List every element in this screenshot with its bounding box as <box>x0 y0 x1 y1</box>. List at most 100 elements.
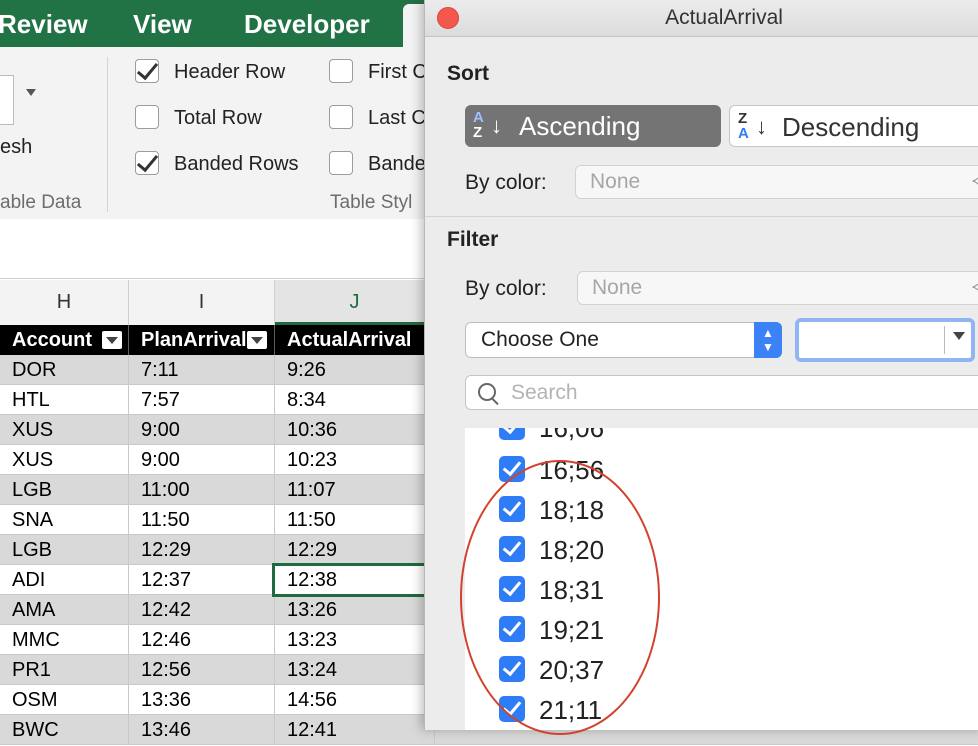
first-column-checkbox[interactable] <box>329 59 353 83</box>
refresh-icon[interactable] <box>0 75 14 125</box>
criteria-select[interactable]: Choose One ▲ ▼ <box>465 322 782 358</box>
value-checkbox[interactable] <box>499 496 525 522</box>
cell-actualarrival[interactable]: 13:26 <box>275 595 435 624</box>
value-label: 16;06 <box>539 428 605 443</box>
header-actualarrival[interactable]: ActualArrival <box>275 325 435 355</box>
value-label: 21;11 <box>539 695 603 725</box>
cell-account[interactable]: MMC <box>0 625 129 654</box>
value-label: 16;56 <box>539 455 605 485</box>
cell-account[interactable]: XUS <box>0 445 129 474</box>
first-column-label: First C <box>368 61 427 83</box>
cell-planarrival[interactable]: 12:37 <box>129 565 275 594</box>
group-label-table-style-options: Table Styl <box>330 192 413 213</box>
total-row-checkbox[interactable] <box>135 105 159 129</box>
popover-titlebar[interactable]: ActualArrival <box>425 0 978 37</box>
cell-account[interactable]: XUS <box>0 415 129 444</box>
select-stepper-icon: ▲ ▼ <box>754 322 782 358</box>
value-checkbox[interactable] <box>499 536 525 562</box>
descending-label: Descending <box>782 112 920 142</box>
cell-account[interactable]: ADI <box>0 565 129 594</box>
filter-values-list[interactable]: 16;06 16;56 18;18 18;20 18;31 19;21 20;3… <box>465 428 978 730</box>
sort-ascending-button[interactable]: AZ ↓ Ascending <box>465 105 721 147</box>
column-header-h[interactable]: H <box>0 280 129 325</box>
cell-actualarrival[interactable]: 11:50 <box>275 505 435 534</box>
section-divider <box>425 216 978 217</box>
header-actualarrival-label: ActualArrival <box>287 329 412 351</box>
down-arrow-icon: ↓ <box>491 113 502 138</box>
cell-account[interactable]: DOR <box>0 355 129 384</box>
cell-account[interactable]: HTL <box>0 385 129 414</box>
ascending-label: Ascending <box>519 111 641 141</box>
filter-by-color-label: By color: <box>465 277 547 300</box>
search-placeholder: Search <box>511 381 578 404</box>
cell-planarrival[interactable]: 12:46 <box>129 625 275 654</box>
chevron-down-icon[interactable] <box>953 332 965 340</box>
sort-descending-button[interactable]: ZA ↓ Descending <box>729 105 978 147</box>
value-label: 18;18 <box>539 495 605 525</box>
cell-planarrival[interactable]: 12:42 <box>129 595 275 624</box>
cell-planarrival[interactable]: 9:00 <box>129 415 275 444</box>
cell-planarrival[interactable]: 7:11 <box>129 355 275 384</box>
criteria-value-combobox[interactable] <box>795 318 975 362</box>
tab-view[interactable]: View <box>133 8 192 40</box>
sort-by-color-label: By color: <box>465 171 547 194</box>
column-header-j[interactable]: J <box>275 280 435 325</box>
value-checkbox[interactable] <box>499 696 525 722</box>
value-checkbox[interactable] <box>499 576 525 602</box>
sort-filter-dropdown-icon[interactable] <box>247 331 267 349</box>
sort-by-color-select[interactable]: None ︿ ﹀ <box>575 165 978 199</box>
cell-account[interactable]: SNA <box>0 505 129 534</box>
group-label-table-data: able Data <box>0 192 82 213</box>
cell-actualarrival[interactable]: 12:29 <box>275 535 435 564</box>
value-label: 19;21 <box>539 615 605 645</box>
banded-columns-checkbox[interactable] <box>329 151 353 175</box>
popover-title: ActualArrival <box>665 6 783 29</box>
search-input[interactable]: Search <box>465 375 978 410</box>
cell-planarrival[interactable]: 11:50 <box>129 505 275 534</box>
value-checkbox[interactable] <box>499 656 525 682</box>
header-row-checkbox[interactable] <box>135 59 159 83</box>
cell-planarrival[interactable]: 9:00 <box>129 445 275 474</box>
cell-account[interactable]: LGB <box>0 475 129 504</box>
cell-actualarrival[interactable]: 14:56 <box>275 685 435 714</box>
cell-actualarrival[interactable]: 10:23 <box>275 445 435 474</box>
tab-developer[interactable]: Developer <box>244 8 370 40</box>
filter-by-color-value: None <box>592 276 643 299</box>
header-account-label: Account <box>12 329 92 351</box>
banded-rows-label: Banded Rows <box>174 153 299 175</box>
last-column-checkbox[interactable] <box>329 105 353 129</box>
filter-popover: ActualArrival Sort AZ ↓ Ascending ZA ↓ D… <box>424 0 978 730</box>
cell-planarrival[interactable]: 12:29 <box>129 535 275 564</box>
active-cell-outline <box>272 563 432 597</box>
cell-planarrival[interactable]: 13:36 <box>129 685 275 714</box>
refresh-dropdown-icon[interactable] <box>26 89 36 96</box>
filter-by-color-select[interactable]: None ︿ ﹀ <box>577 271 978 305</box>
down-arrow-icon: ↓ <box>756 114 767 139</box>
last-column-label: Last C <box>368 107 426 129</box>
cell-planarrival[interactable]: 11:00 <box>129 475 275 504</box>
tab-review[interactable]: Review <box>0 8 88 40</box>
cell-account[interactable]: OSM <box>0 685 129 714</box>
cell-actualarrival[interactable]: 13:24 <box>275 655 435 684</box>
cell-actualarrival[interactable]: 9:26 <box>275 355 435 384</box>
group-divider <box>107 57 108 212</box>
cell-actualarrival[interactable]: 8:34 <box>275 385 435 414</box>
value-checkbox[interactable] <box>499 428 525 440</box>
banded-rows-checkbox[interactable] <box>135 151 159 175</box>
column-header-i[interactable]: I <box>129 280 275 325</box>
cell-account[interactable]: PR1 <box>0 655 129 684</box>
refresh-button-label[interactable]: esh <box>0 136 32 159</box>
cell-planarrival[interactable]: 12:56 <box>129 655 275 684</box>
cell-actualarrival[interactable]: 10:36 <box>275 415 435 444</box>
value-checkbox[interactable] <box>499 616 525 642</box>
chevron-down-icon: ﹀ <box>972 286 978 300</box>
value-checkbox[interactable] <box>499 456 525 482</box>
cell-planarrival[interactable]: 7:57 <box>129 385 275 414</box>
header-account[interactable]: Account <box>0 325 129 355</box>
cell-actualarrival[interactable]: 11:07 <box>275 475 435 504</box>
cell-account[interactable]: LGB <box>0 535 129 564</box>
filter-dropdown-icon[interactable] <box>102 331 122 349</box>
cell-account[interactable]: AMA <box>0 595 129 624</box>
cell-actualarrival[interactable]: 13:23 <box>275 625 435 654</box>
header-planarrival[interactable]: PlanArrival <box>129 325 275 355</box>
